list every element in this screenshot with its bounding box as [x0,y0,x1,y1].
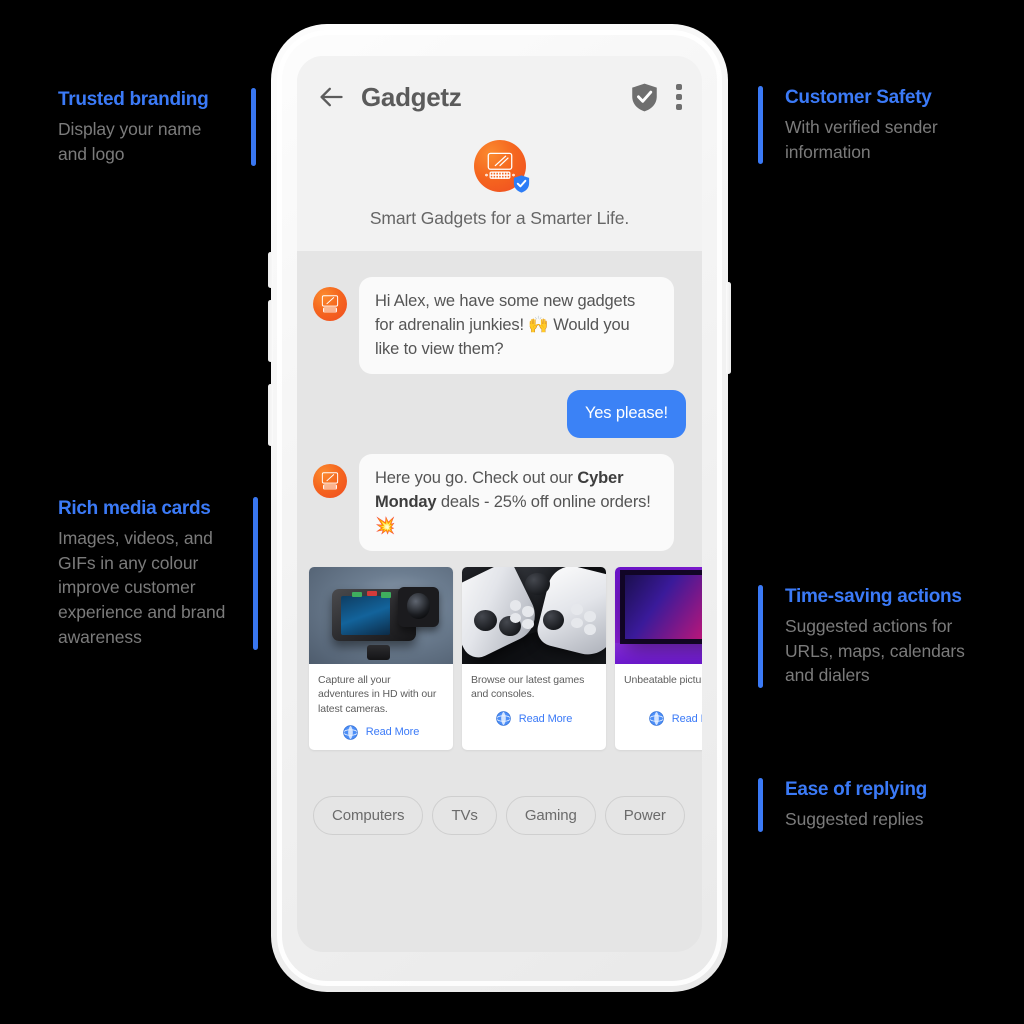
chat-thread: Hi Alex, we have some new gadgets for ad… [297,251,702,952]
brand-avatar-icon [313,287,347,321]
message-text-part: Here you go. Check out our [375,469,578,487]
callout-body: Suggested actions for URLs, maps, calend… [785,615,965,686]
callout-title: Ease of replying [785,779,927,800]
callout-rich-media-cards: Rich media cards Images, videos, and GIF… [36,497,258,650]
callout-body: With verified sender information [785,116,938,162]
card-action-read-more[interactable]: Read More [471,711,597,726]
arrow-left-icon[interactable] [317,83,345,111]
suggested-replies: Computers TVs Gaming Power [313,795,686,861]
page-title: Gadgetz [361,81,462,112]
suggested-reply-chip[interactable]: Power [604,795,685,835]
message-bubble-rich: Here you go. Check out our Cyber Monday … [359,454,674,552]
callout-body: Suggested replies [785,808,924,829]
callout-title: Trusted branding [58,89,209,110]
card-action-label: Read More [365,726,420,739]
message-row-incoming: Here you go. Check out our Cyber Monday … [313,454,686,552]
phone-volume-down-button[interactable] [268,300,273,362]
phone-power-button[interactable] [726,282,731,374]
brand-tagline: Smart Gadgets for a Smarter Life. [369,208,630,228]
card-image-camera [309,567,453,665]
card-action-read-more[interactable]: Read More [318,725,444,740]
card-image-tv [615,567,702,665]
brand-block: Smart Gadgets for a Smarter Life. [317,120,682,251]
rich-card-carousel[interactable]: Capture all your adventures in HD with o… [309,567,702,754]
rich-card[interactable]: Capture all your adventures in HD with o… [309,567,453,750]
callout-time-saving-actions: Time-saving actions Suggested actions fo… [758,585,1010,689]
brand-avatar-icon [313,464,347,498]
shield-check-icon[interactable] [631,83,658,112]
message-bubble-outgoing: Yes please! [566,390,686,438]
suggested-reply-chip[interactable]: Computers [313,795,424,835]
message-bubble: Hi Alex, we have some new gadgets for ad… [359,277,674,375]
card-action-label: Read More [518,712,573,725]
rich-card[interactable]: Browse our latest games and consoles. Re… [462,567,606,750]
message-row-outgoing: Yes please! [313,390,686,438]
message-row-incoming: Hi Alex, we have some new gadgets for ad… [313,277,686,375]
rich-card[interactable]: Unbeatable picture qualit Read Mo [615,567,702,750]
callout-ease-of-replying: Ease of replying Suggested replies [758,778,1008,832]
kebab-menu-icon[interactable] [676,80,682,114]
phone-mute-button[interactable] [268,384,273,446]
phone-volume-up-button[interactable] [268,252,273,288]
avatar [473,140,529,193]
card-description: Browse our latest games and consoles. [471,674,585,701]
callout-title: Customer Safety [785,87,932,108]
callout-accent-bar [251,88,256,167]
callout-title: Rich media cards [58,498,211,519]
callout-body: Display your name and logo [58,118,202,164]
card-action-read-more[interactable]: Read More [624,711,702,726]
globe-icon [342,725,358,740]
phone-mockup: Gadgetz Smart Gadgets for a Smarter Life… [268,24,731,992]
card-action-label: Read More [671,712,702,725]
callout-customer-safety: Customer Safety With verified sender inf… [758,86,1008,165]
phone-screen: Gadgetz Smart Gadgets for a Smarter Life… [297,56,702,952]
suggested-reply-chip[interactable]: TVs [432,795,497,835]
callout-title: Time-saving actions [785,586,962,607]
app-header: Gadgetz Smart Gadgets for a Smarter Life… [297,56,702,251]
callout-trusted-branding: Trusted branding Display your name and l… [36,88,256,167]
card-description: Capture all your adventures in HD with o… [318,674,437,715]
globe-icon [648,711,664,726]
callout-accent-bar [253,497,258,650]
globe-icon [495,711,511,726]
suggested-reply-chip[interactable]: Gaming [505,795,596,835]
callout-body: Images, videos, and GIFs in any colour i… [58,527,226,648]
card-image-gamepads [462,567,606,665]
card-description: Unbeatable picture qualit [624,674,702,687]
verified-badge-icon [513,175,530,193]
